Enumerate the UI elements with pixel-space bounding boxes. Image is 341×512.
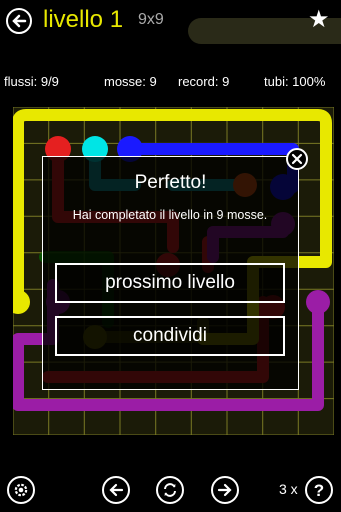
settings-button[interactable] — [7, 476, 35, 504]
back-arrow-icon — [12, 14, 27, 28]
grid-size-label: 9x9 — [138, 11, 164, 28]
back-button[interactable] — [6, 8, 32, 34]
gear-icon — [14, 483, 28, 497]
share-button[interactable]: condividi — [55, 316, 285, 356]
help-icon: ? — [313, 480, 325, 500]
restart-icon — [164, 483, 176, 497]
moves-stat: mosse: 9 — [104, 74, 157, 89]
record-stat: record: 9 — [178, 74, 230, 89]
close-icon — [291, 153, 303, 165]
hints-count: 3 x — [279, 481, 298, 497]
next-level-label: prossimo livello — [105, 272, 235, 293]
star-icon[interactable]: ★ — [308, 7, 330, 33]
level-title: livello 1 — [43, 6, 124, 33]
pipe-stat: tubi: 100% — [264, 74, 326, 89]
help-button[interactable]: ? — [305, 476, 333, 504]
share-label: condividi — [133, 325, 207, 346]
next-level-arrow-button[interactable] — [211, 476, 239, 504]
dialog-message: Hai completato il livello in 9 mosse. — [72, 208, 268, 222]
previous-level-button[interactable] — [102, 476, 130, 504]
flows-stat: flussi: 9/9 — [4, 74, 59, 89]
close-dialog-button[interactable] — [286, 148, 308, 170]
dialog-title: Perfetto! — [134, 172, 207, 193]
next-level-button[interactable]: prossimo livello — [55, 263, 285, 303]
arrow-right-icon — [217, 483, 232, 497]
restart-button[interactable] — [156, 476, 184, 504]
arrow-left-icon — [109, 483, 124, 497]
